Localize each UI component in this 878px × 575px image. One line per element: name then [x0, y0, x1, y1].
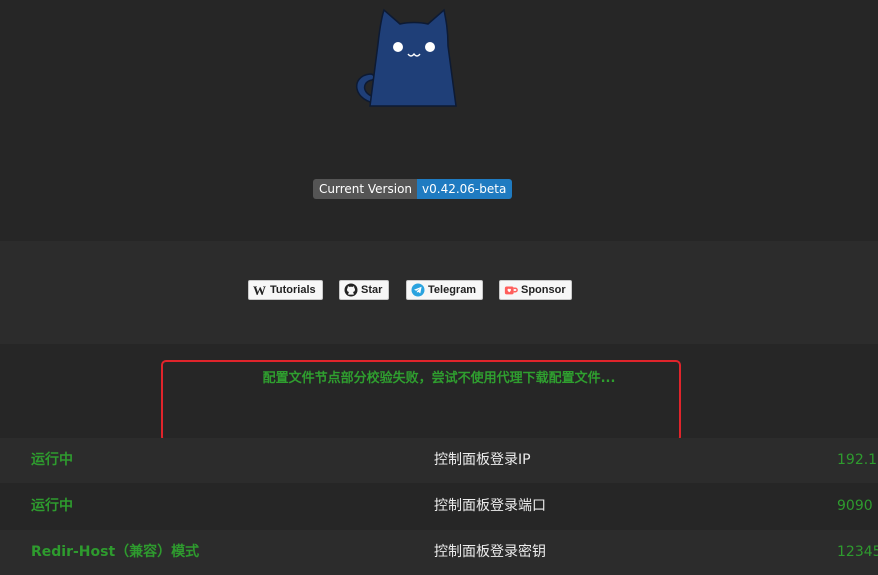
tutorials-button[interactable]: W Tutorials — [248, 280, 323, 300]
label-cell: 控制面板登录密钥 — [434, 544, 546, 560]
value-cell: 9090 — [837, 498, 873, 514]
kofi-cup-icon — [504, 283, 518, 297]
header-area: Current Version v0.42.06-beta — [0, 0, 878, 241]
message-area: 配置文件节点部分校验失败，尝试不使用代理下载配置文件... — [0, 344, 878, 442]
sponsor-button[interactable]: Sponsor — [499, 280, 572, 300]
version-label: Current Version — [313, 179, 418, 199]
status-cell: 运行中 — [31, 452, 73, 468]
telegram-label: Telegram — [428, 284, 477, 296]
mode-cell: Redir-Host（兼容）模式 — [31, 544, 200, 560]
label-cell: 控制面板登录IP — [434, 452, 531, 468]
value-cell: 123456 — [837, 544, 878, 560]
value-cell: 192.168 — [837, 452, 878, 468]
table-row: Redir-Host（兼容）模式 控制面板登录密钥 123456 — [0, 530, 878, 575]
version-badge: Current Version v0.42.06-beta — [313, 179, 513, 199]
links-bar: W Tutorials Star Telegram Sponsor — [0, 241, 878, 344]
sponsor-label: Sponsor — [521, 284, 566, 296]
tutorials-label: Tutorials — [270, 284, 316, 296]
table-row: 运行中 控制面板登录IP 192.168 — [0, 438, 878, 483]
wikipedia-icon: W — [253, 283, 267, 297]
version-value: v0.42.06-beta — [417, 179, 513, 199]
telegram-icon — [411, 283, 425, 297]
table-row: 运行中 控制面板登录端口 9090 — [0, 484, 878, 529]
status-cell: 运行中 — [31, 498, 73, 514]
svg-text:W: W — [253, 284, 266, 296]
status-message: 配置文件节点部分校验失败，尝试不使用代理下载配置文件... — [262, 371, 616, 386]
label-cell: 控制面板登录端口 — [434, 498, 546, 514]
star-label: Star — [361, 284, 383, 296]
cat-logo — [355, 8, 457, 107]
telegram-button[interactable]: Telegram — [406, 280, 483, 300]
star-button[interactable]: Star — [339, 280, 389, 300]
github-icon — [344, 283, 358, 297]
